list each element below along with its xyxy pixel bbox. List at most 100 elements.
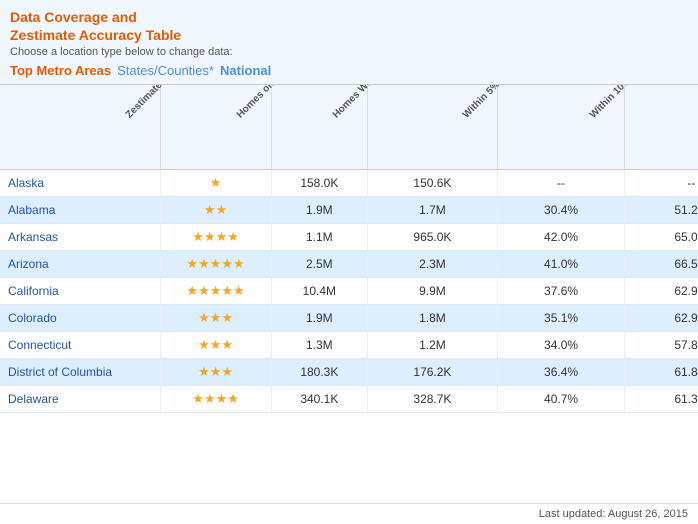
cell-within10: 62.9%	[625, 278, 698, 305]
star-filled-icon: ★	[198, 283, 210, 298]
cell-within10: --	[625, 170, 698, 197]
cell-location[interactable]: Delaware	[0, 386, 160, 413]
star-filled-icon: ★	[186, 283, 198, 298]
cell-within10: 51.2%	[625, 197, 698, 224]
cell-homes-zestimates: 176.2K	[368, 359, 498, 386]
star-filled-icon: ★	[210, 175, 222, 190]
cell-homes-zillow: 1.9M	[271, 197, 367, 224]
table-row: Colorado★★★1.9M1.8M35.1%62.9%88.4%7.4%	[0, 305, 698, 332]
nav-states[interactable]: States/Counties*	[117, 63, 214, 78]
footer: Last updated: August 26, 2015	[0, 503, 698, 524]
last-updated: Last updated: August 26, 2015	[539, 508, 688, 520]
cell-location[interactable]: Connecticut	[0, 332, 160, 359]
star-filled-icon: ★	[198, 364, 210, 379]
cell-within5: 41.0%	[497, 251, 625, 278]
col-location	[0, 85, 160, 170]
cell-homes-zestimates: 150.6K	[368, 170, 498, 197]
cell-within5: 34.0%	[497, 332, 625, 359]
cell-within10: 61.8%	[625, 359, 698, 386]
cell-within10: 66.5%	[625, 251, 698, 278]
star-filled-icon: ★	[210, 337, 222, 352]
cell-within5: --	[497, 170, 625, 197]
star-filled-icon: ★	[221, 256, 233, 271]
cell-homes-zillow: 180.3K	[271, 359, 367, 386]
cell-location[interactable]: Colorado	[0, 305, 160, 332]
cell-location[interactable]: Alaska	[0, 170, 160, 197]
star-filled-icon: ★	[210, 283, 222, 298]
table-scroll[interactable]: Zestimate Accuracy Homes on Zillow Homes…	[0, 85, 698, 503]
cell-stars: ★★★	[160, 359, 271, 386]
cell-stars: ★★★★★	[160, 278, 271, 305]
cell-within5: 37.6%	[497, 278, 625, 305]
table-row: California★★★★★10.4M9.9M37.6%62.9%84.8%7…	[0, 278, 698, 305]
data-table: Zestimate Accuracy Homes on Zillow Homes…	[0, 85, 698, 413]
cell-homes-zestimates: 2.3M	[368, 251, 498, 278]
star-filled-icon: ★	[198, 256, 210, 271]
star-filled-icon: ★	[198, 337, 210, 352]
cell-location[interactable]: District of Columbia	[0, 359, 160, 386]
cell-location[interactable]: California	[0, 278, 160, 305]
cell-homes-zillow: 1.9M	[271, 305, 367, 332]
page-title: Data Coverage and Zestimate Accuracy Tab…	[10, 8, 688, 44]
cell-stars: ★★★★★	[160, 251, 271, 278]
star-filled-icon: ★	[210, 256, 222, 271]
star-filled-icon: ★	[227, 391, 239, 406]
table-row: Alaska★158.0K150.6K--------	[0, 170, 698, 197]
star-filled-icon: ★	[221, 364, 233, 379]
table-body: Alaska★158.0K150.6K--------Alabama★★1.9M…	[0, 170, 698, 413]
cell-within10: 65.0%	[625, 224, 698, 251]
header-section: Data Coverage and Zestimate Accuracy Tab…	[0, 0, 698, 85]
star-filled-icon: ★	[210, 364, 222, 379]
cell-stars: ★★★★	[160, 386, 271, 413]
star-filled-icon: ★	[192, 391, 204, 406]
star-filled-icon: ★	[216, 391, 228, 406]
nav-national[interactable]: National	[220, 63, 271, 78]
cell-stars: ★★★	[160, 305, 271, 332]
star-filled-icon: ★	[216, 229, 228, 244]
cell-location[interactable]: Alabama	[0, 197, 160, 224]
table-row: Arkansas★★★★1.1M965.0K42.0%65.0%84.7%6.5…	[0, 224, 698, 251]
star-filled-icon: ★	[186, 256, 198, 271]
star-filled-icon: ★	[227, 229, 239, 244]
cell-within10: 57.8%	[625, 332, 698, 359]
table-wrapper: Zestimate Accuracy Homes on Zillow Homes…	[0, 85, 698, 503]
star-filled-icon: ★	[233, 283, 245, 298]
star-filled-icon: ★	[204, 391, 216, 406]
star-filled-icon: ★	[221, 310, 233, 325]
table-row: Alabama★★1.9M1.7M30.4%51.2%72.4%9.6%	[0, 197, 698, 224]
cell-homes-zillow: 158.0K	[271, 170, 367, 197]
cell-homes-zestimates: 1.8M	[368, 305, 498, 332]
cell-within5: 36.4%	[497, 359, 625, 386]
star-filled-icon: ★	[204, 229, 216, 244]
col-within10: Within 10% of Sale Price	[625, 85, 698, 170]
star-filled-icon: ★	[204, 202, 216, 217]
cell-location[interactable]: Arizona	[0, 251, 160, 278]
cell-within5: 35.1%	[497, 305, 625, 332]
cell-stars: ★★★	[160, 332, 271, 359]
table-row: District of Columbia★★★180.3K176.2K36.4%…	[0, 359, 698, 386]
nav-top-metro[interactable]: Top Metro Areas	[10, 63, 111, 78]
cell-homes-zillow: 1.1M	[271, 224, 367, 251]
cell-homes-zillow: 340.1K	[271, 386, 367, 413]
cell-within5: 40.7%	[497, 386, 625, 413]
cell-homes-zestimates: 965.0K	[368, 224, 498, 251]
cell-homes-zestimates: 1.2M	[368, 332, 498, 359]
cell-homes-zillow: 10.4M	[271, 278, 367, 305]
cell-stars: ★★★★	[160, 224, 271, 251]
star-filled-icon: ★	[233, 256, 245, 271]
nav-links: Top Metro Areas States/Counties* Nationa…	[10, 63, 688, 78]
star-filled-icon: ★	[192, 229, 204, 244]
star-filled-icon: ★	[221, 283, 233, 298]
table-row: Connecticut★★★1.3M1.2M34.0%57.8%81.4%8.1…	[0, 332, 698, 359]
star-filled-icon: ★	[198, 310, 210, 325]
table-row: Delaware★★★★340.1K328.7K40.7%61.3%82.0%6…	[0, 386, 698, 413]
cell-within10: 62.9%	[625, 305, 698, 332]
cell-within5: 42.0%	[497, 224, 625, 251]
cell-stars: ★	[160, 170, 271, 197]
table-row: Arizona★★★★★2.5M2.3M41.0%66.5%87.0%6.5%	[0, 251, 698, 278]
cell-location[interactable]: Arkansas	[0, 224, 160, 251]
cell-within10: 61.3%	[625, 386, 698, 413]
cell-stars: ★★	[160, 197, 271, 224]
cell-within5: 30.4%	[497, 197, 625, 224]
table-header-row: Zestimate Accuracy Homes on Zillow Homes…	[0, 85, 698, 170]
